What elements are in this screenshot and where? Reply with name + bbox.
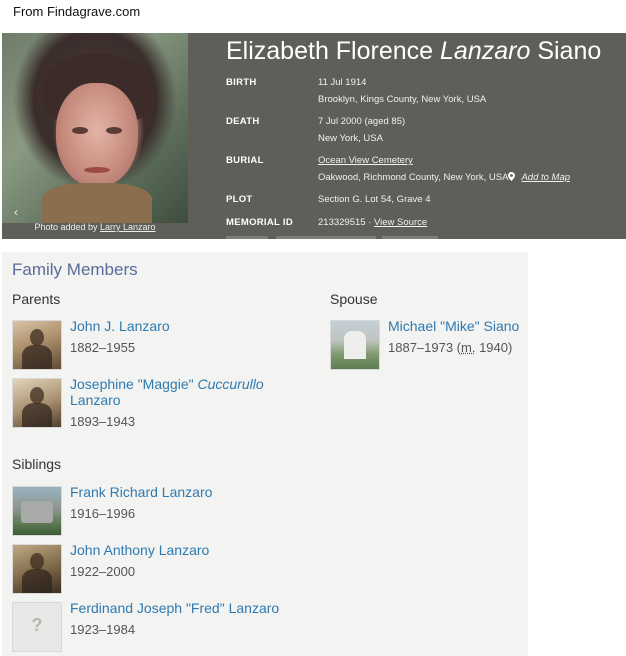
sibling-photo[interactable]: [12, 544, 62, 594]
parent-card[interactable]: John J. Lanzaro 1882–1955: [12, 318, 262, 370]
memorial-photo[interactable]: ‹: [2, 33, 188, 223]
photo-figure-head: [30, 553, 44, 570]
photo-collar: [42, 183, 152, 223]
married-year: 1940): [475, 340, 513, 355]
spouse-card[interactable]: Michael "Mike" Siano 1887–1973 (m. 1940): [330, 318, 580, 370]
photo-eye-left: [72, 127, 88, 134]
name-maiden: Lanzaro: [440, 37, 531, 65]
sibling-name-link[interactable]: John Anthony Lanzaro: [70, 542, 290, 558]
sibling-years: 1922–2000: [70, 564, 136, 579]
sibling-name-link[interactable]: Ferdinand Joseph "Fred" Lanzaro: [70, 600, 290, 616]
death-label: DEATH: [226, 116, 260, 127]
parent-name-link[interactable]: Josephine "Maggie" Cuccurullo Lanzaro: [70, 376, 290, 408]
spouse-years-range: 1887–1973 (: [388, 340, 462, 355]
sibling-photo[interactable]: [12, 486, 62, 536]
family-members-title: Family Members: [12, 260, 138, 279]
spouse-years: 1887–1973 (m. 1940): [388, 340, 512, 355]
tab-stub-3[interactable]: [382, 236, 438, 239]
burial-place: Oakwood, Richmond County, New York, USA: [318, 172, 509, 183]
married-abbr: m.: [461, 340, 476, 355]
previous-photo-icon[interactable]: ‹: [14, 205, 18, 219]
photo-headstone: [344, 331, 366, 359]
parent-name-first: Josephine "Maggie": [70, 376, 198, 392]
photo-figure-body: [22, 569, 52, 593]
sibling-card[interactable]: ? Ferdinand Joseph "Fred" Lanzaro 1923–1…: [12, 600, 279, 652]
memorial-header: ‹ Photo added by Larry Lanzaro Elizabeth…: [2, 33, 626, 239]
birth-label: BIRTH: [226, 77, 257, 88]
burial-label: BURIAL: [226, 155, 264, 166]
photo-eye-right: [106, 127, 122, 134]
parent-years: 1882–1955: [70, 340, 136, 355]
family-members-panel: Family Members Parents Spouse John J. La…: [2, 252, 528, 656]
parent-photo[interactable]: [12, 320, 62, 370]
map-pin-icon: [508, 172, 516, 181]
sibling-photo-placeholder[interactable]: ?: [12, 602, 62, 652]
photo-figure-body: [22, 403, 52, 427]
photo-caption: Photo added by Larry Lanzaro: [2, 222, 188, 232]
burial-cemetery-line: Ocean View Cemetery: [318, 155, 413, 166]
parents-heading: Parents: [12, 291, 61, 307]
parent-card[interactable]: Josephine "Maggie" Cuccurullo Lanzaro 189…: [12, 376, 264, 430]
plot-label: PLOT: [226, 194, 253, 205]
death-date: 7 Jul 2000 (aged 85): [318, 116, 406, 127]
photo-headstone: [21, 501, 53, 523]
sibling-years: 1923–1984: [70, 622, 136, 637]
photo-figure-body: [22, 345, 52, 369]
parent-name-last: Lanzaro: [70, 392, 121, 408]
add-to-map-link[interactable]: Add to Map: [521, 172, 570, 183]
memorial-id-label: MEMORIAL ID: [226, 217, 293, 228]
tab-stub-2[interactable]: [276, 236, 376, 239]
sibling-card[interactable]: Frank Richard Lanzaro 1916–1996: [12, 484, 262, 536]
photo-credit-link[interactable]: Larry Lanzaro: [100, 222, 156, 232]
tab-stub-1[interactable]: [226, 236, 268, 239]
photo-figure-head: [30, 387, 44, 404]
cemetery-link[interactable]: Ocean View Cemetery: [318, 155, 413, 166]
death-place: New York, USA: [318, 133, 383, 144]
parent-years: 1893–1943: [70, 414, 136, 429]
siblings-heading: Siblings: [12, 456, 62, 472]
name-last: Siano: [530, 37, 602, 65]
name-first: Elizabeth Florence: [226, 37, 441, 65]
plot-value: Section G. Lot 54, Grave 4: [318, 194, 431, 205]
sibling-card[interactable]: John Anthony Lanzaro 1922–2000: [12, 542, 262, 594]
memorial-id-line: 213329515 · View Source: [318, 217, 427, 228]
sibling-name-link[interactable]: Frank Richard Lanzaro: [70, 484, 290, 500]
parent-name-maiden: Cuccurullo: [197, 376, 264, 392]
birth-place: Brooklyn, Kings County, New York, USA: [318, 94, 487, 105]
parent-name-link[interactable]: John J. Lanzaro: [70, 318, 290, 334]
source-label: From Findagrave.com: [13, 4, 141, 19]
spouse-heading: Spouse: [330, 291, 378, 307]
parent-photo[interactable]: [12, 378, 62, 428]
spouse-photo[interactable]: [330, 320, 380, 370]
birth-date: 11 Jul 1914: [318, 77, 367, 88]
photo-credit-prefix: Photo added by: [34, 222, 101, 232]
burial-place-line: Oakwood, Richmond County, New York, USA A…: [318, 172, 570, 183]
sibling-years: 1916–1996: [70, 506, 136, 521]
no-photo-icon: ?: [31, 615, 43, 635]
spouse-name-link[interactable]: Michael "Mike" Siano: [388, 318, 608, 334]
memorial-name: Elizabeth Florence Lanzaro Siano: [226, 37, 601, 66]
photo-mouth: [84, 167, 110, 173]
memorial-id-value: 213329515 ·: [318, 217, 374, 228]
view-source-link[interactable]: View Source: [374, 217, 427, 228]
photo-figure-head: [30, 329, 44, 346]
